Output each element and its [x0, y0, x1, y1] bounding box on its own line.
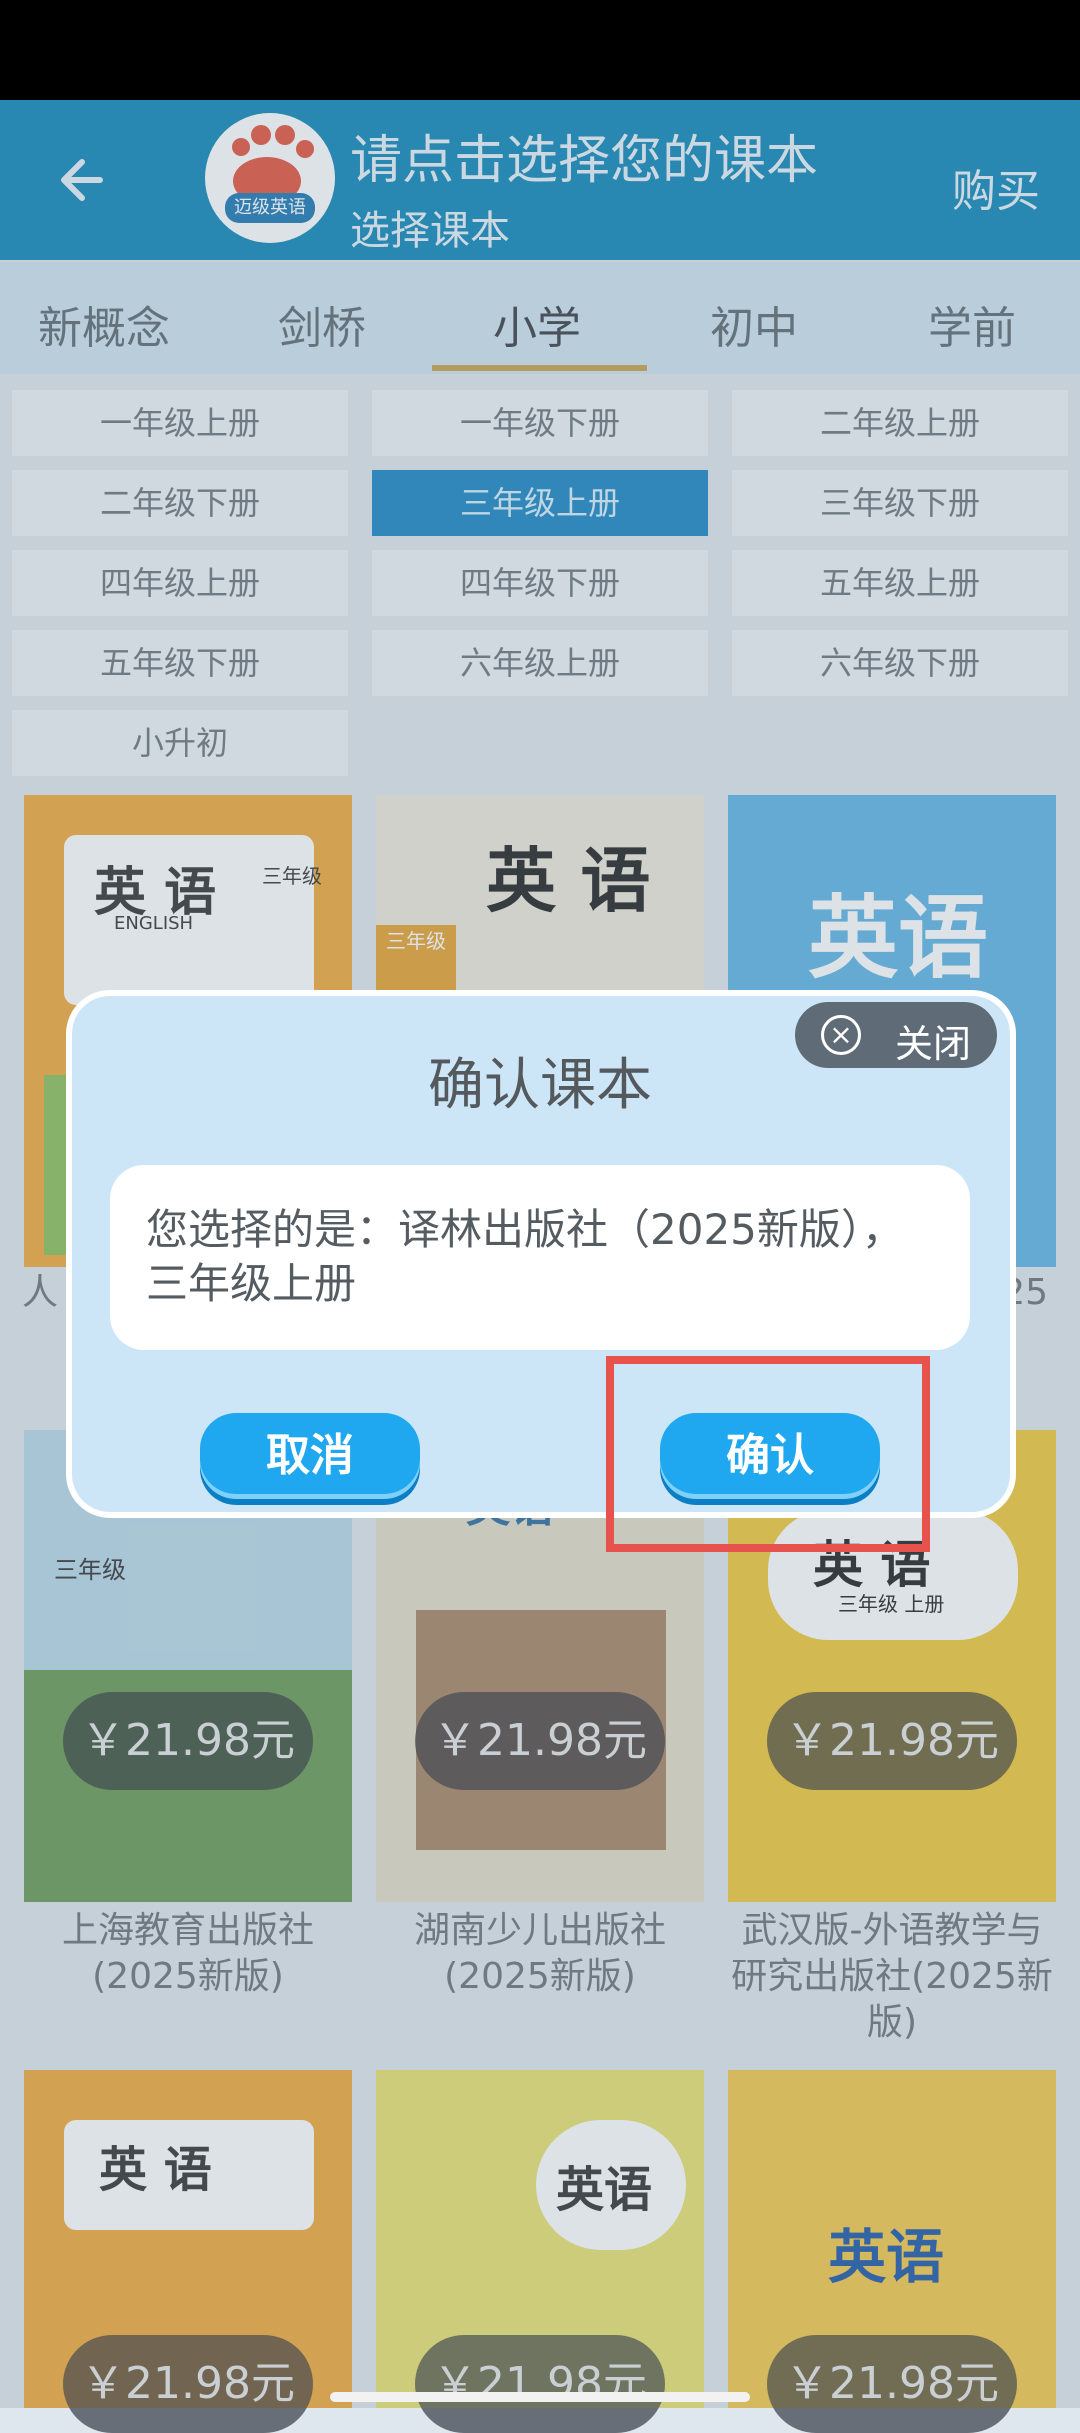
- close-icon: ×: [821, 1015, 861, 1055]
- highlight-box: [606, 1356, 930, 1552]
- status-bar: [0, 0, 1080, 100]
- cancel-button[interactable]: 取消: [200, 1413, 420, 1499]
- close-label: 关闭: [895, 1022, 972, 1066]
- dialog-message: 您选择的是：译林出版社（2025新版），三年级上册: [110, 1165, 970, 1350]
- close-button[interactable]: × 关闭: [795, 1002, 997, 1068]
- home-indicator[interactable]: [330, 2392, 750, 2402]
